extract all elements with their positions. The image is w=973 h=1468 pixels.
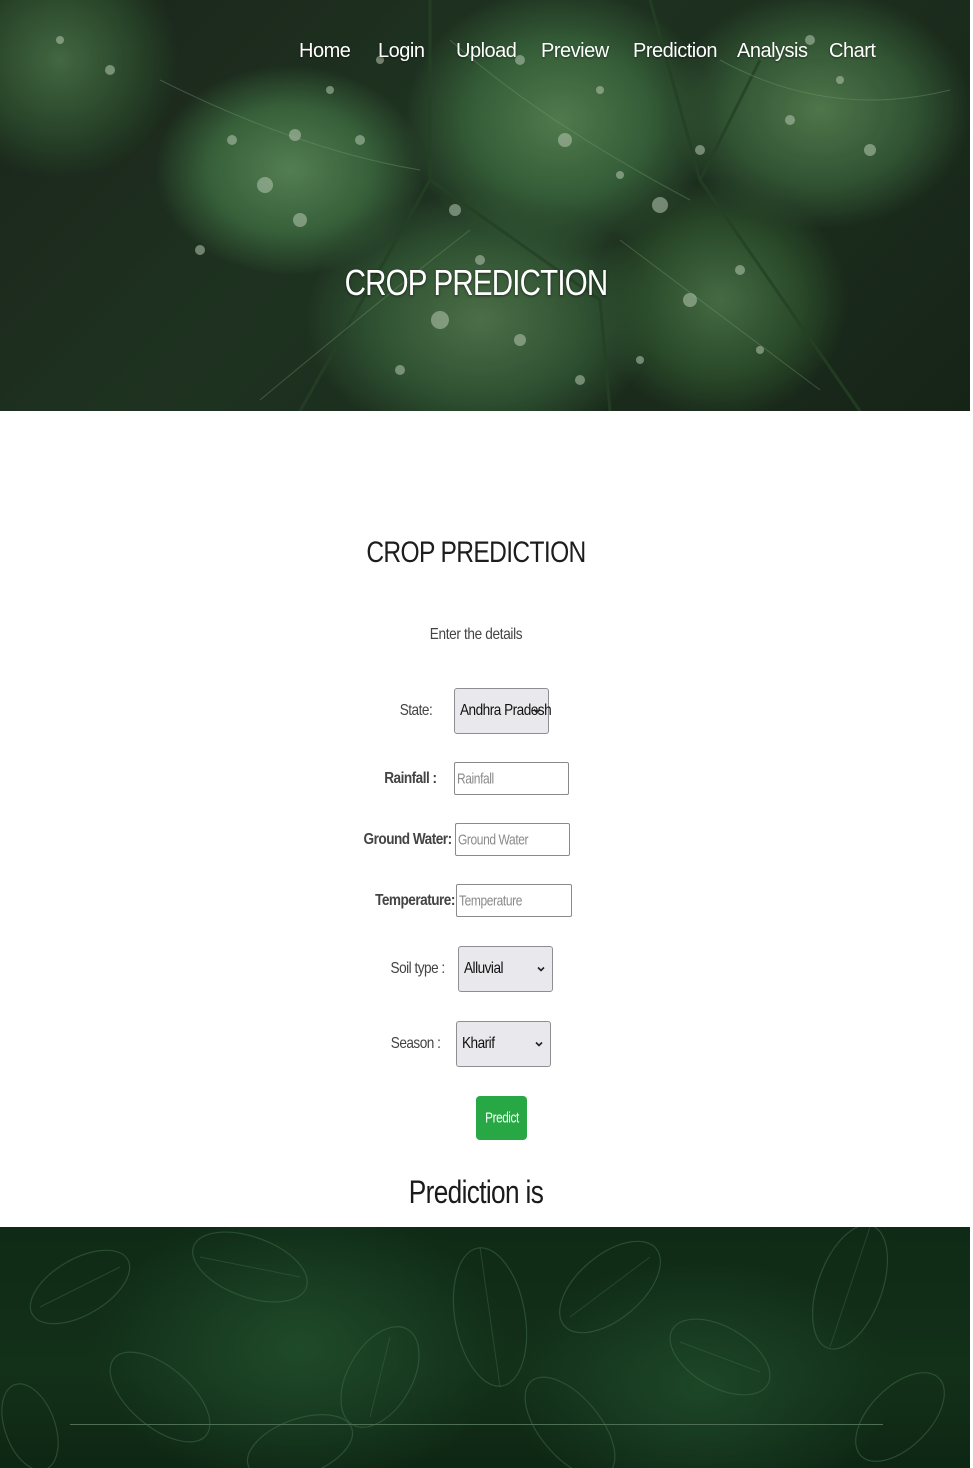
footer (0, 1227, 970, 1468)
ground-water-label: Ground Water: (363, 831, 453, 849)
state-select[interactable]: Andhra Pradesh (454, 688, 552, 734)
predict-button[interactable]: Predict (476, 1096, 527, 1140)
soil-type-label: Soil type : (390, 960, 446, 977)
ground-water-placeholder: Ground Water (458, 831, 529, 848)
chevron-down-icon (533, 708, 541, 714)
ground-water-label-text: Ground Water: (363, 831, 453, 848)
hero-banner: Home Login Upload Preview Prediction Ana… (0, 0, 970, 411)
chevron-down-icon (535, 1041, 543, 1047)
season-label: Season : (390, 1035, 440, 1052)
soil-type-select-value: Alluvial (464, 960, 504, 977)
state-label: State: (399, 702, 433, 719)
nav-home-link[interactable]: Home (299, 40, 351, 63)
season-select[interactable]: Kharif (456, 1021, 551, 1067)
form-subtitle: Enter the details (429, 626, 523, 643)
nav-login-link[interactable]: Login (378, 40, 425, 63)
prediction-result: Prediction is (408, 1174, 544, 1210)
temperature-label-text: Temperature: (375, 892, 455, 909)
rainfall-label: Rainfall : (384, 770, 438, 788)
rainfall-input[interactable]: Rainfall (454, 762, 569, 795)
nav-chart-link[interactable]: Chart (829, 40, 876, 63)
form-title: CROP PREDICTION (366, 536, 586, 569)
nav-upload-link[interactable]: Upload (456, 40, 517, 63)
footer-divider (70, 1424, 883, 1425)
rainfall-placeholder: Rainfall (457, 770, 494, 787)
temperature-placeholder: Temperature (459, 892, 522, 909)
predict-button-label: Predict (484, 1109, 519, 1127)
nav-prediction-link[interactable]: Prediction (633, 40, 717, 63)
ground-water-input[interactable]: Ground Water (455, 823, 570, 856)
main-nav: Home Login Upload Preview Prediction Ana… (0, 40, 970, 72)
footer-leaf-pattern (1, 1227, 945, 1468)
temperature-input[interactable]: Temperature (456, 884, 572, 917)
season-select-value: Kharif (462, 1035, 495, 1052)
nav-analysis-link[interactable]: Analysis (737, 40, 808, 63)
nav-preview-link[interactable]: Preview (541, 40, 609, 63)
rainfall-label-text: Rainfall : (384, 770, 438, 787)
temperature-label: Temperature: (375, 892, 455, 910)
soil-type-select[interactable]: Alluvial (458, 946, 553, 992)
hero-title: CROP PREDICTION (344, 262, 609, 303)
chevron-down-icon (537, 966, 545, 972)
